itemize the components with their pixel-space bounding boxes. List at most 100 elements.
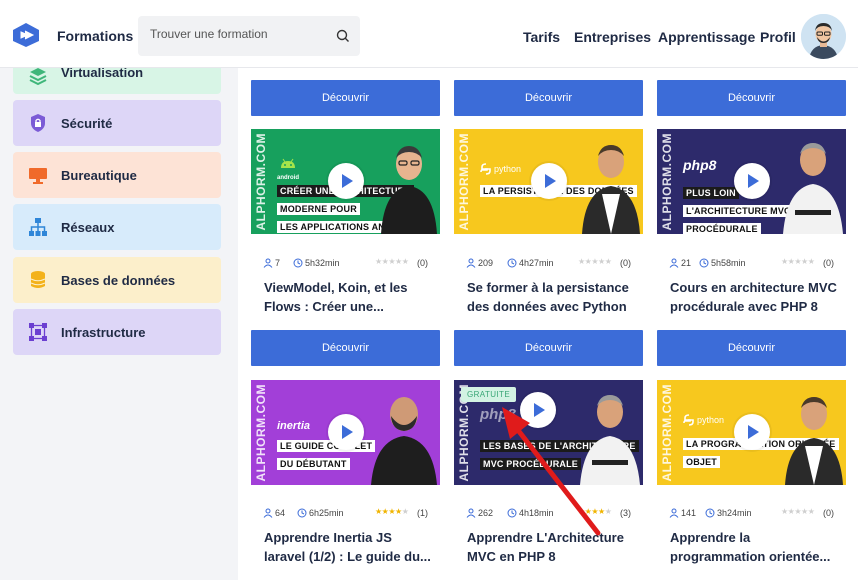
course-thumbnail[interactable]: ALPHORM.COM php8 PLUS LOIN L'ARCHITECTUR… bbox=[657, 129, 846, 234]
course-duration: 5h32min bbox=[305, 258, 340, 268]
search-input[interactable] bbox=[150, 27, 330, 41]
rating-stars-icon: ★★★★★ bbox=[375, 257, 409, 266]
review-count: (0) bbox=[417, 258, 428, 268]
learners-count: 141 bbox=[681, 508, 697, 518]
thumbnail-title-line: PROCÉDURALE bbox=[683, 223, 761, 234]
sidebar-item-reseaux[interactable]: Réseaux bbox=[13, 204, 221, 250]
rating-stars-icon: ★★★★★ bbox=[578, 257, 612, 266]
play-icon[interactable] bbox=[328, 414, 364, 450]
instructor-photo bbox=[785, 397, 843, 485]
thumbnail-title-line: PLUS LOIN bbox=[683, 187, 739, 199]
review-count: (1) bbox=[417, 508, 428, 518]
course-duration: 3h24min bbox=[717, 508, 752, 518]
formations-menu[interactable]: Formations bbox=[57, 28, 133, 44]
review-count: (0) bbox=[823, 508, 834, 518]
clock-icon bbox=[705, 508, 715, 518]
instructor-photo bbox=[582, 145, 640, 234]
discover-button[interactable]: Découvrir bbox=[657, 80, 846, 116]
course-thumbnail[interactable]: ALPHORM.COM python LA PROGRAMMATION ORIE… bbox=[657, 380, 846, 485]
play-icon[interactable] bbox=[734, 163, 770, 199]
network-icon bbox=[29, 218, 47, 236]
learners-icon bbox=[669, 258, 679, 268]
nav-tarifs[interactable]: Tarifs bbox=[523, 29, 560, 45]
thumbnail-title-line: L'ARCHITECTURE MVC bbox=[683, 205, 794, 217]
clock-icon bbox=[293, 258, 303, 268]
course-duration: 6h25min bbox=[309, 508, 344, 518]
sidebar-item-label: Bureautique bbox=[61, 168, 137, 183]
course-duration: 5h58min bbox=[711, 258, 746, 268]
course-stats: 7 5h32min ★★★★★ (0) bbox=[251, 257, 440, 271]
sidebar-item-bureautique[interactable]: Bureautique bbox=[13, 152, 221, 198]
brand-watermark: ALPHORM.COM bbox=[660, 132, 674, 231]
brand-watermark: ALPHORM.COM bbox=[660, 383, 674, 482]
course-title[interactable]: Se former à la persistance des données a… bbox=[467, 278, 637, 316]
sidebar-item-label: Infrastructure bbox=[61, 325, 146, 340]
play-icon[interactable] bbox=[531, 163, 567, 199]
discover-button[interactable]: Découvrir bbox=[657, 330, 846, 366]
brand-watermark: ALPHORM.COM bbox=[254, 383, 268, 482]
course-title[interactable]: ViewModel, Koin, et les Flows : Créer un… bbox=[264, 278, 434, 316]
instructor-photo bbox=[783, 143, 843, 234]
rating-stars-icon: ★★★★★ bbox=[781, 257, 815, 266]
course-stats: 64 6h25min ★★★★★ (1) bbox=[251, 507, 440, 521]
python-logo-icon bbox=[683, 414, 694, 426]
nav-apprentissage[interactable]: Apprentissage bbox=[658, 29, 755, 45]
clock-icon bbox=[507, 258, 517, 268]
sidebar-item-label: Réseaux bbox=[61, 220, 115, 235]
learners-count: 21 bbox=[681, 258, 692, 268]
sidebar-item-securite[interactable]: Sécurité bbox=[13, 100, 221, 146]
layers-icon bbox=[29, 68, 47, 86]
instructor-photo bbox=[381, 146, 437, 234]
course-stats: 21 5h58min ★★★★★ (0) bbox=[657, 257, 846, 271]
clock-icon bbox=[297, 508, 307, 518]
learners-count: 7 bbox=[275, 258, 281, 268]
discover-button[interactable]: Découvrir bbox=[454, 80, 643, 116]
discover-button[interactable]: Découvrir bbox=[251, 330, 440, 366]
search-box bbox=[138, 16, 360, 56]
course-title[interactable]: Apprendre la programmation orientée... bbox=[670, 528, 840, 566]
course-thumbnail[interactable]: ALPHORM.COM android CRÉER UNE ARCHITECTU… bbox=[251, 129, 440, 234]
course-thumbnail[interactable]: ALPHORM.COM inertia LE GUIDE COMPLET DU … bbox=[251, 380, 440, 485]
learners-icon bbox=[263, 258, 273, 268]
sidebar-item-bases-de-donnees[interactable]: Bases de données bbox=[13, 257, 221, 303]
play-icon[interactable] bbox=[328, 163, 364, 199]
tech-label: python bbox=[697, 415, 725, 425]
learners-count: 64 bbox=[275, 508, 286, 518]
discover-button[interactable]: Découvrir bbox=[454, 330, 643, 366]
python-logo-icon bbox=[480, 163, 491, 175]
shield-lock-icon bbox=[31, 114, 45, 132]
play-icon[interactable] bbox=[734, 414, 770, 450]
avatar-icon bbox=[801, 14, 846, 59]
course-title[interactable]: Apprendre Inertia JS laravel (1/2) : Le … bbox=[264, 528, 434, 566]
top-header: Formations Tarifs Entreprises Apprentiss… bbox=[0, 0, 858, 68]
learners-icon bbox=[466, 508, 476, 518]
user-avatar[interactable] bbox=[801, 14, 846, 59]
tech-label: inertia bbox=[277, 420, 311, 432]
rating-stars-icon: ★★★★★ bbox=[375, 507, 409, 516]
annotation-arrow-icon bbox=[502, 407, 601, 536]
monitor-icon bbox=[29, 168, 47, 184]
discover-button[interactable]: Découvrir bbox=[251, 80, 440, 116]
course-thumbnail[interactable]: ALPHORM.COM python LA PERSISTANCE DES DO… bbox=[454, 129, 643, 234]
thumbnail-title-line: OBJET bbox=[683, 456, 721, 468]
course-stats: 209 4h27min ★★★★★ (0) bbox=[454, 257, 643, 271]
learners-icon bbox=[466, 258, 476, 268]
thumbnail-title-line: MODERNE POUR bbox=[277, 203, 360, 215]
review-count: (0) bbox=[823, 258, 834, 268]
rating-stars-icon: ★★★★★ bbox=[781, 507, 815, 516]
tech-label: php8 bbox=[683, 157, 717, 173]
learners-icon bbox=[669, 508, 679, 518]
alphorm-logo-icon[interactable] bbox=[12, 22, 40, 48]
course-stats: 141 3h24min ★★★★★ (0) bbox=[657, 507, 846, 521]
nav-profil[interactable]: Profil bbox=[760, 29, 796, 45]
learners-count: 209 bbox=[478, 258, 494, 268]
review-count: (0) bbox=[620, 258, 631, 268]
tech-label: python bbox=[494, 164, 522, 174]
android-logo-icon bbox=[281, 158, 295, 168]
search-icon[interactable] bbox=[335, 28, 351, 44]
course-title[interactable]: Cours en architecture MVC procédurale av… bbox=[670, 278, 840, 316]
sidebar-item-infrastructure[interactable]: Infrastructure bbox=[13, 309, 221, 355]
nav-entreprises[interactable]: Entreprises bbox=[574, 29, 651, 45]
infrastructure-icon bbox=[29, 323, 47, 341]
clock-icon bbox=[699, 258, 709, 268]
